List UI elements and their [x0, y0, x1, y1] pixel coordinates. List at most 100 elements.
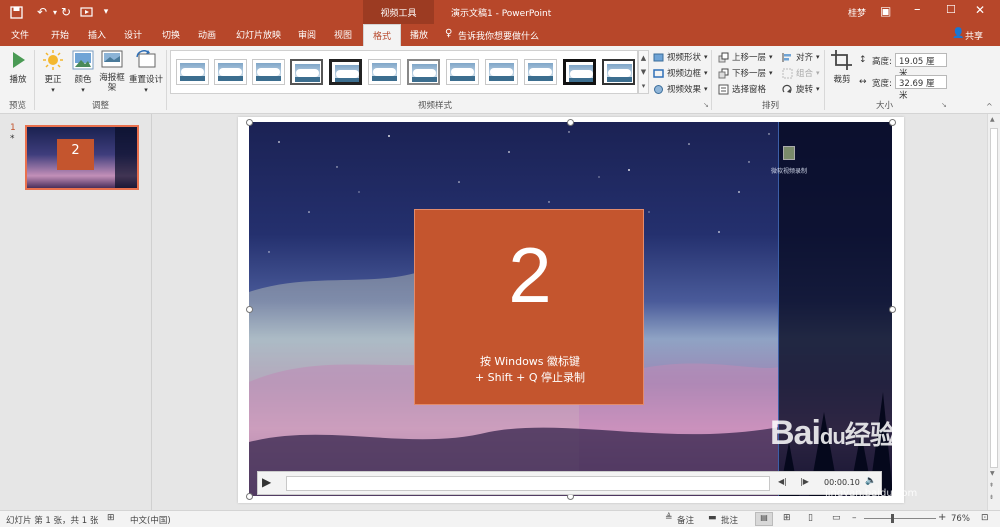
zoom-out-icon[interactable]: – — [852, 513, 857, 523]
video-style-tile[interactable] — [176, 59, 209, 85]
width-field[interactable]: 32.69 厘米 — [895, 75, 947, 101]
group-divider — [711, 50, 712, 110]
video-styles-gallery[interactable] — [170, 50, 638, 94]
group-button[interactable]: 组合 ▾ — [782, 67, 820, 79]
resize-handle[interactable] — [246, 306, 253, 313]
dialog-launcher-icon[interactable]: ↘ — [703, 101, 709, 109]
zoom-slider-thumb[interactable] — [891, 514, 894, 523]
step-forward-icon[interactable]: |▶ — [800, 477, 809, 486]
reading-view-icon[interactable]: ▯ — [808, 513, 813, 523]
poster-frame-button[interactable]: 海报框架 — [98, 49, 126, 93]
tab-slideshow[interactable]: 幻灯片放映 — [236, 28, 281, 41]
share-button[interactable]: 共享 — [965, 29, 983, 42]
color-button[interactable]: 颜色 ▾ — [70, 49, 96, 95]
video-shape-button[interactable]: 视频形状 ▾ — [653, 51, 708, 63]
language-indicator[interactable]: 中文(中国) — [130, 514, 171, 526]
zoom-slider[interactable] — [864, 518, 936, 519]
scroll-up-icon[interactable]: ▲ — [990, 116, 995, 123]
gallery-scroll-arrows[interactable]: ▲ ▼ ▾ — [638, 50, 649, 94]
baidu-paw: du — [819, 424, 846, 449]
video-style-tile[interactable] — [563, 59, 596, 85]
minimize-icon[interactable]: – — [914, 2, 921, 17]
align-button[interactable]: 对齐 ▾ — [782, 51, 820, 63]
tab-design[interactable]: 设计 — [124, 28, 142, 41]
slideshow-icon[interactable]: ▭ — [832, 513, 841, 523]
normal-view-icon[interactable]: ▤ — [755, 512, 773, 526]
video-style-tile[interactable] — [368, 59, 401, 85]
selection-pane-button[interactable]: 选择窗格 — [718, 83, 766, 95]
bring-forward-button[interactable]: 上移一层 ▾ — [718, 51, 773, 63]
close-icon[interactable]: ✕ — [975, 3, 985, 17]
corrections-button[interactable]: 更正 ▾ — [40, 49, 66, 95]
redo-icon[interactable]: ↻ — [58, 4, 74, 20]
resize-handle[interactable] — [889, 306, 896, 313]
resize-handle[interactable] — [889, 119, 896, 126]
recording-file-label: 微软视频录制 — [771, 168, 808, 175]
volume-icon[interactable]: 🔈 — [865, 476, 876, 486]
previous-slide-icon[interactable]: ⇞ — [989, 482, 994, 489]
video-style-tile[interactable] — [485, 59, 518, 85]
save-icon[interactable] — [8, 4, 24, 20]
video-style-tile[interactable] — [407, 59, 440, 85]
crop-button[interactable]: 裁剪 — [829, 49, 855, 85]
fit-to-window-icon[interactable]: ⊡ — [981, 513, 989, 523]
video-effects-button[interactable]: 视频效果 ▾ — [653, 83, 708, 95]
video-border-button[interactable]: 视频边框 ▾ — [653, 67, 708, 79]
scroll-down-icon[interactable]: ▼ — [990, 470, 995, 477]
video-style-tile[interactable] — [290, 59, 323, 85]
zoom-in-icon[interactable]: + — [938, 512, 946, 523]
rotate-button[interactable]: 旋转 ▾ — [782, 83, 820, 95]
user-name[interactable]: 桂梦 — [848, 6, 866, 19]
resize-handle[interactable] — [246, 493, 253, 500]
start-from-beginning-icon[interactable] — [78, 4, 94, 20]
video-style-tile[interactable] — [252, 59, 285, 85]
step-back-icon[interactable]: ◀| — [778, 477, 787, 486]
group-label-size: 大小 — [876, 101, 894, 111]
maximize-icon[interactable]: ☐ — [946, 3, 956, 16]
scroll-thumb[interactable] — [990, 128, 998, 468]
play-button[interactable]: 播放 — [6, 49, 30, 85]
resize-handle[interactable] — [246, 119, 253, 126]
play-pause-button[interactable]: ▶ — [262, 475, 280, 493]
video-style-tile[interactable] — [446, 59, 479, 85]
comments-button[interactable]: 批注 — [721, 514, 738, 526]
group-label-arrange: 排列 — [762, 101, 780, 111]
collapse-ribbon-icon[interactable]: ^ — [986, 102, 993, 111]
zoom-level[interactable]: 76% — [951, 514, 970, 524]
slide-thumbnail-pane: 1 * 2 — [0, 114, 152, 510]
group-label-adjust: 调整 — [92, 101, 110, 111]
seek-bar[interactable] — [286, 476, 770, 491]
tab-home[interactable]: 开始 — [51, 28, 69, 41]
tab-format[interactable]: 格式 — [363, 24, 402, 46]
tab-file[interactable]: 文件 — [11, 28, 29, 41]
tab-insert[interactable]: 插入 — [88, 28, 106, 41]
vertical-scrollbar[interactable]: ▲ ▼ ⇞ ⇟ — [987, 114, 1000, 510]
video-style-tile[interactable] — [524, 59, 557, 85]
poster-frame-icon — [101, 50, 123, 68]
tab-playback[interactable]: 播放 — [410, 28, 428, 41]
baidu-watermark-url: jingyan.baidu.com — [825, 488, 918, 499]
tab-animations[interactable]: 动画 — [198, 28, 216, 41]
slide-thumbnail[interactable]: 2 — [25, 125, 139, 190]
video-style-tile[interactable] — [214, 59, 247, 85]
height-field[interactable]: 19.05 厘米 — [895, 53, 947, 79]
slide-sorter-icon[interactable]: ⊞ — [783, 513, 791, 523]
customize-qat-icon[interactable]: ▾ — [98, 4, 114, 20]
next-slide-icon[interactable]: ⇟ — [989, 494, 994, 501]
tab-review[interactable]: 审阅 — [298, 28, 316, 41]
video-player-controls: ▶ ◀| |▶ 00:00.10 🔈 — [257, 471, 882, 495]
playback-time: 00:00.10 — [824, 478, 860, 487]
video-style-tile[interactable] — [329, 59, 362, 85]
tell-me-box[interactable]: 告诉我你想要做什么 — [458, 29, 539, 42]
reset-design-button[interactable]: 重置设计 ▾ — [128, 49, 164, 95]
spellcheck-icon[interactable]: ⊞ — [107, 513, 115, 523]
tab-transitions[interactable]: 切换 — [162, 28, 180, 41]
tab-view[interactable]: 视图 — [334, 28, 352, 41]
ribbon-display-options-icon[interactable]: ▣ — [880, 4, 891, 18]
video-style-tile[interactable] — [602, 59, 635, 85]
notes-button[interactable]: 备注 — [677, 514, 694, 526]
size-dialog-launcher-icon[interactable]: ↘ — [941, 101, 947, 109]
send-backward-button[interactable]: 下移一层 ▾ — [718, 67, 773, 79]
resize-handle[interactable] — [567, 119, 574, 126]
stop-recording-hint-line2: + Shift + Q 停止录制 — [474, 371, 586, 384]
